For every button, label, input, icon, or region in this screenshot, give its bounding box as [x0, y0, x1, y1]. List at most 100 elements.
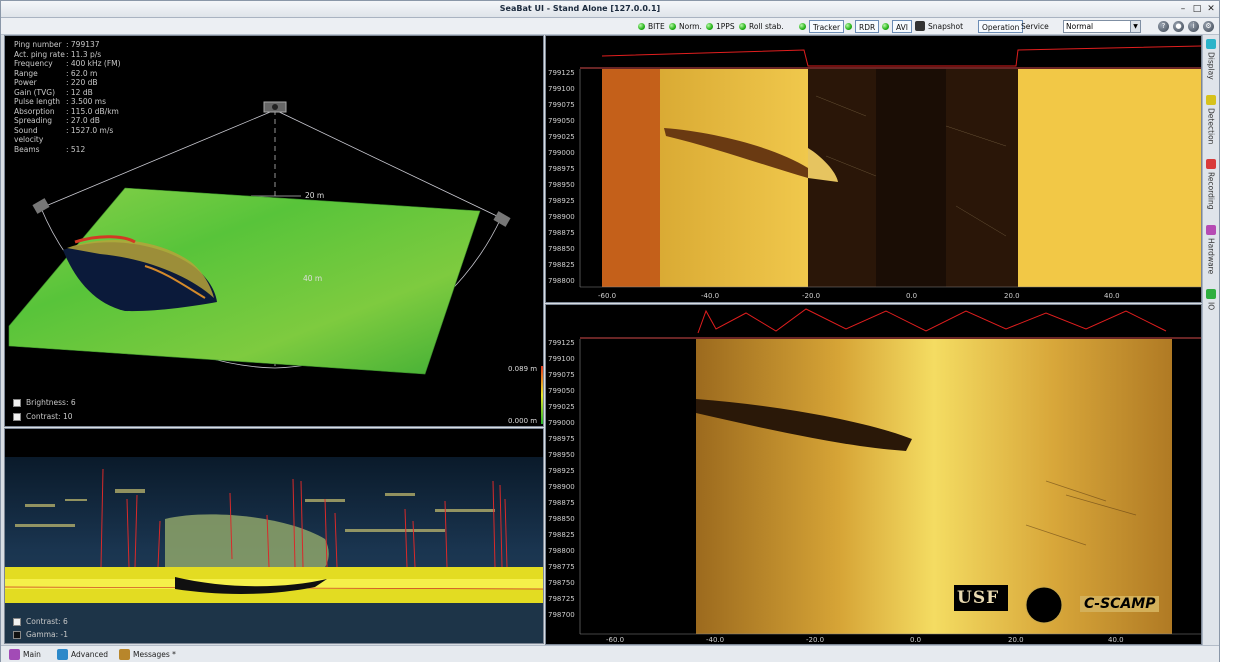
y-tick-label: 798950 — [548, 451, 575, 459]
mode-select[interactable]: Normal ▼ — [1063, 20, 1141, 33]
param-row: Pulse length: 3.500 ms — [14, 97, 106, 106]
io-icon — [1206, 289, 1216, 299]
param-row: Beams: 512 — [14, 144, 86, 154]
y-tick-label: 798875 — [548, 499, 575, 507]
x-tick-label: -40.0 — [706, 636, 725, 644]
y-tick-label: 799100 — [548, 85, 575, 93]
info-icon[interactable]: i — [1188, 21, 1199, 32]
tab-hardware[interactable]: Hardware — [1204, 225, 1218, 274]
cscamp-logo: C-SCAMP — [1080, 596, 1160, 612]
avi-toggle[interactable]: AVI — [892, 20, 912, 33]
pps-led-icon — [706, 23, 713, 30]
pps-indicator[interactable]: 1PPS — [716, 20, 735, 33]
close-button[interactable]: ✕ — [1205, 4, 1217, 15]
gamma-control[interactable]: Gamma: -1 — [13, 630, 68, 639]
x-tick-label: -60.0 — [598, 292, 617, 300]
y-tick-label: 798975 — [548, 435, 575, 443]
gamma-checkbox[interactable] — [13, 630, 21, 639]
snapshot-button[interactable]: Snapshot — [928, 20, 963, 33]
hardware-icon — [1206, 225, 1216, 235]
bite-indicator[interactable]: BITE — [648, 20, 665, 33]
camera-icon[interactable] — [915, 21, 925, 31]
param-row: Range: 62.0 m — [14, 68, 98, 78]
service-tab[interactable]: Service — [1021, 20, 1049, 33]
wc-contrast-checkbox[interactable] — [13, 617, 21, 626]
sidescan-bottom-view[interactable]: USF C-SCAMP 799125 799100 799075 799050 … — [545, 304, 1202, 645]
brightness-control[interactable]: Brightness: 6 — [13, 398, 76, 407]
tab-display[interactable]: Display — [1204, 39, 1218, 80]
y-tick-label: 799025 — [548, 403, 575, 411]
tracker-toggle[interactable]: Tracker — [809, 20, 845, 33]
tab-detection[interactable]: Detection — [1204, 95, 1218, 144]
norm-led-icon — [669, 23, 676, 30]
y-tick-label: 798800 — [548, 547, 575, 555]
tab-advanced[interactable]: Advanced — [55, 647, 117, 662]
minimize-button[interactable]: – — [1177, 4, 1189, 15]
y-tick-label: 799075 — [548, 101, 575, 109]
contrast-control[interactable]: Contrast: 10 — [13, 412, 73, 421]
tab-recording[interactable]: Recording — [1204, 159, 1218, 210]
x-tick-label: 20.0 — [1008, 636, 1024, 644]
rdr-toggle[interactable]: RDR — [855, 20, 880, 33]
help-icon[interactable]: ? — [1158, 21, 1169, 32]
avi-led-icon — [882, 23, 889, 30]
y-tick-label: 798800 — [548, 277, 575, 285]
maximize-button[interactable]: □ — [1191, 4, 1203, 15]
detection-icon — [1206, 95, 1216, 105]
contrast-checkbox[interactable] — [13, 412, 21, 421]
x-tick-label: -40.0 — [701, 292, 720, 300]
param-row: Spreading: 27.0 dB — [14, 116, 100, 125]
bathymetry-3d-view[interactable]: Ping number: 799137 Act. ping rate: 11.3… — [4, 35, 544, 427]
y-tick-label: 798725 — [548, 595, 575, 603]
tab-io[interactable]: IO — [1204, 289, 1218, 310]
y-tick-label: 799025 — [548, 133, 575, 141]
tab-messages[interactable]: Messages * — [117, 647, 187, 662]
y-tick-label: 799075 — [548, 371, 575, 379]
sidescan-bottom-render — [579, 308, 1201, 635]
x-tick-label: -60.0 — [606, 636, 625, 644]
x-tick-label: -20.0 — [802, 292, 821, 300]
y-tick-label: 799050 — [548, 387, 575, 395]
chevron-down-icon: ▼ — [1130, 21, 1140, 32]
wc-contrast-control[interactable]: Contrast: 6 — [13, 617, 68, 626]
y-tick-label: 798950 — [548, 181, 575, 189]
main-icon — [9, 649, 20, 660]
y-tick-label: 798775 — [548, 563, 575, 571]
sonar-parameters: Ping number: 799137 Act. ping rate: 11.3… — [14, 40, 121, 154]
brightness-checkbox[interactable] — [13, 398, 21, 407]
display-icon — [1206, 39, 1216, 49]
sidescan-top-view[interactable]: 799125 799100 799075 799050 799025 79900… — [545, 35, 1202, 303]
x-tick-label: -20.0 — [806, 636, 825, 644]
y-tick-label: 798750 — [548, 579, 575, 587]
y-tick-label: 798850 — [548, 245, 575, 253]
y-tick-label: 799125 — [548, 339, 575, 347]
y-tick-label: 798900 — [548, 483, 575, 491]
operation-tab[interactable]: Operation — [978, 20, 1024, 33]
record-icon[interactable]: ● — [1173, 21, 1184, 32]
x-tick-label: 0.0 — [910, 636, 922, 644]
roll-stab-indicator[interactable]: Roll stab. — [749, 20, 784, 33]
app-window: SeaBat UI - Stand Alone [127.0.0.1] – □ … — [0, 0, 1220, 662]
water-column-view[interactable]: Contrast: 6 Gamma: -1 — [4, 428, 544, 644]
y-tick-label: 798825 — [548, 261, 575, 269]
roll-stab-led-icon — [739, 23, 746, 30]
norm-indicator[interactable]: Norm. — [679, 20, 702, 33]
y-tick-label: 799000 — [548, 149, 575, 157]
tab-main[interactable]: Main — [7, 647, 55, 662]
y-tick-label: 798850 — [548, 515, 575, 523]
settings-gear-icon[interactable]: ⚙ — [1203, 21, 1214, 32]
y-tick-label: 799000 — [548, 419, 575, 427]
x-tick-label: 0.0 — [906, 292, 918, 300]
x-tick-label: 20.0 — [1004, 292, 1020, 300]
mode-select-value: Normal — [1066, 22, 1094, 31]
y-tick-label: 799125 — [548, 69, 575, 77]
colorbar-min-label: 0.000 m — [508, 417, 538, 425]
range-ring-label: 20 m — [305, 191, 325, 200]
y-tick-label: 798925 — [548, 467, 575, 475]
usf-logo: USF — [957, 588, 1000, 608]
y-tick-label: 798700 — [548, 611, 575, 619]
x-tick-label: 40.0 — [1104, 292, 1120, 300]
y-tick-label: 798875 — [548, 229, 575, 237]
y-tick-label: 799100 — [548, 355, 575, 363]
param-row: Act. ping rate: 11.3 p/s — [14, 49, 102, 59]
